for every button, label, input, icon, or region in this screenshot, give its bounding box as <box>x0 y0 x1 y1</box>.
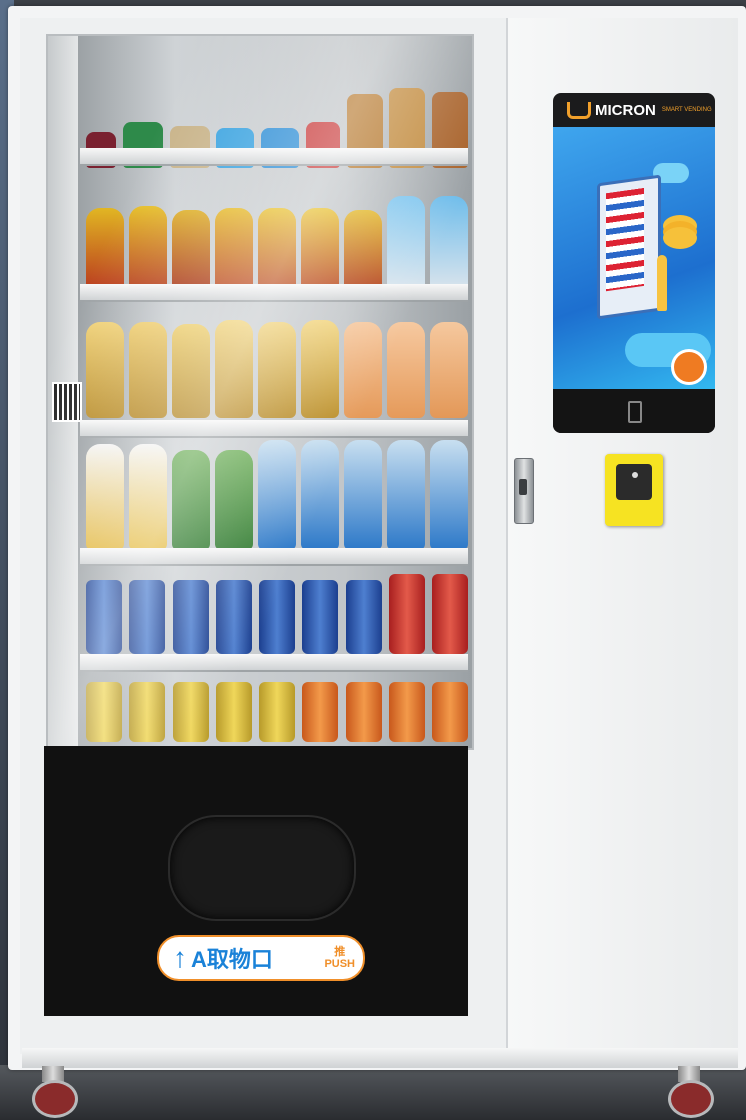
product-item[interactable] <box>129 322 167 418</box>
shelf-row-juice-cans <box>86 682 468 742</box>
product-item[interactable] <box>388 682 425 742</box>
product-item[interactable] <box>345 682 382 742</box>
product-item[interactable] <box>129 206 167 290</box>
shelf-row-tea <box>86 320 468 418</box>
floor <box>0 1065 746 1120</box>
product-item[interactable] <box>86 444 124 550</box>
product-item[interactable] <box>302 580 339 654</box>
nfc-icon <box>628 401 642 423</box>
shelf-row-water <box>86 440 468 550</box>
product-item[interactable] <box>172 682 209 742</box>
shelf-row-bottles <box>86 196 468 290</box>
shelf <box>80 420 468 438</box>
product-item[interactable] <box>172 324 210 418</box>
qr-code-icon[interactable] <box>52 382 82 422</box>
shelf <box>80 548 468 566</box>
product-item[interactable] <box>432 574 468 654</box>
push-label: 推 PUSH <box>324 946 355 970</box>
product-item[interactable] <box>388 574 425 654</box>
product-item[interactable] <box>129 444 167 550</box>
product-display-window <box>46 34 474 750</box>
wheel-tire <box>32 1080 78 1118</box>
product-item[interactable] <box>430 196 468 290</box>
product-item[interactable] <box>430 322 468 418</box>
keyhole-icon <box>519 479 527 495</box>
product-item[interactable] <box>215 450 253 550</box>
micron-logo-icon <box>567 101 591 119</box>
card-reader[interactable] <box>605 454 663 526</box>
product-item[interactable] <box>215 208 253 290</box>
product-item[interactable] <box>302 682 339 742</box>
person-illustration <box>657 255 667 311</box>
product-item[interactable] <box>259 682 295 742</box>
screen-advert[interactable] <box>553 127 715 389</box>
screen-footer <box>553 389 715 433</box>
pickup-door-flap[interactable] <box>168 815 356 921</box>
card-reader-display <box>616 464 652 500</box>
buy-button[interactable] <box>671 349 707 385</box>
wheel-tire <box>668 1080 714 1118</box>
pickup-label: ↑ A取物口 推 PUSH <box>157 935 365 981</box>
push-label-en: PUSH <box>324 958 355 970</box>
product-item[interactable] <box>301 440 339 550</box>
product-item[interactable] <box>172 210 210 290</box>
product-item[interactable] <box>258 208 296 290</box>
product-item[interactable] <box>387 322 425 418</box>
machine-base <box>22 1048 738 1068</box>
product-item[interactable] <box>172 580 209 654</box>
push-label-cn: 推 <box>334 946 346 958</box>
product-item[interactable] <box>86 208 124 290</box>
product-item[interactable] <box>344 210 382 290</box>
shelf-row-cans <box>86 574 468 654</box>
caster-wheel <box>28 1066 78 1118</box>
touch-screen[interactable]: MICRON SMART VENDING <box>553 93 715 433</box>
product-item[interactable] <box>432 682 468 742</box>
coins-illustration <box>663 227 697 249</box>
product-item[interactable] <box>258 440 296 550</box>
brand-name: MICRON <box>595 101 656 119</box>
product-item[interactable] <box>301 208 339 290</box>
product-item[interactable] <box>129 682 166 742</box>
product-item[interactable] <box>344 322 382 418</box>
product-item[interactable] <box>172 450 210 550</box>
product-item[interactable] <box>345 580 382 654</box>
product-item[interactable] <box>259 580 295 654</box>
product-item[interactable] <box>258 322 296 418</box>
product-item[interactable] <box>129 580 166 654</box>
shelf <box>80 284 468 302</box>
screen-header: MICRON SMART VENDING <box>553 93 715 127</box>
product-item[interactable] <box>430 440 468 550</box>
product-item[interactable] <box>86 322 124 418</box>
product-item[interactable] <box>387 196 425 290</box>
shelf <box>80 654 468 672</box>
illustration-shelves <box>606 187 644 292</box>
product-item[interactable] <box>301 320 339 418</box>
product-item[interactable] <box>215 320 253 418</box>
product-item[interactable] <box>86 580 122 654</box>
shelf <box>80 148 468 166</box>
product-item[interactable] <box>344 440 382 550</box>
vending-machine-illustration <box>597 174 661 320</box>
product-item[interactable] <box>215 682 252 742</box>
up-arrow-icon: ↑ <box>173 942 187 973</box>
product-item[interactable] <box>387 440 425 550</box>
caster-wheel <box>664 1066 714 1118</box>
product-item[interactable] <box>86 682 122 742</box>
product-item[interactable] <box>215 580 252 654</box>
indicator-light-icon <box>632 472 638 478</box>
pickup-label-text: A取物口 <box>191 947 273 972</box>
brand-tagline: SMART VENDING <box>661 106 712 113</box>
door-lock-handle[interactable] <box>514 458 534 524</box>
